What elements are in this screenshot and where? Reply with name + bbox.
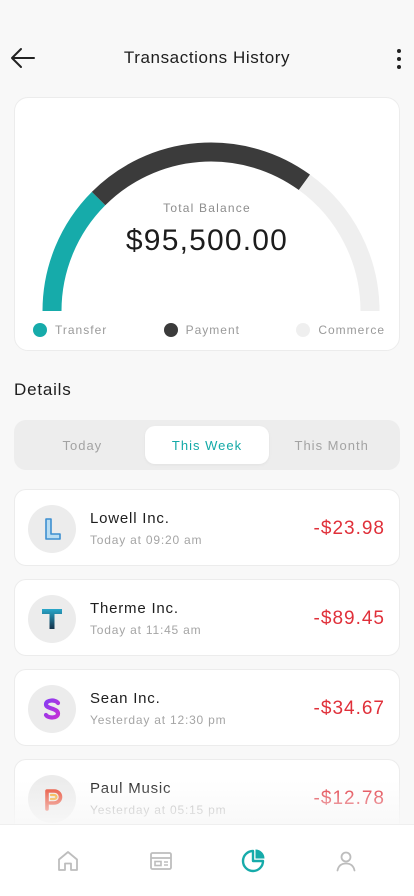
transaction-amount: -$23.98 [313, 518, 385, 539]
nav-profile[interactable] [328, 843, 364, 879]
legend-label-commerce: Commerce [318, 323, 385, 337]
transaction-name: Paul Music [90, 780, 172, 797]
page-title: Transactions History [123, 48, 291, 67]
more-vertical-icon-dot [397, 57, 401, 61]
transaction-row[interactable]: Sean Inc. Yesterday at 12:30 pm -$34.67 [14, 669, 400, 746]
legend-item-payment: Payment [163, 323, 240, 337]
gauge-segment-payment [91, 142, 311, 206]
nav-analytics[interactable] [235, 843, 271, 879]
details-heading: Details [14, 380, 72, 399]
transaction-amount: -$89.45 [313, 608, 385, 629]
legend-item-transfer: Transfer [33, 323, 107, 337]
transaction-time: Today at 11:45 am [90, 623, 202, 637]
more-vertical-icon-dot [397, 49, 401, 53]
transaction-row[interactable]: Lowell Inc. Today at 09:20 am -$23.98 [14, 489, 400, 566]
nav-home[interactable] [50, 843, 86, 879]
home-icon [58, 850, 79, 871]
tab-this-week[interactable]: This Week [144, 426, 270, 464]
transaction-amount: -$34.67 [313, 698, 385, 719]
transaction-amount: -$12.78 [313, 788, 385, 809]
transaction-name: Lowell Inc. [90, 510, 170, 527]
period-tabs: Today This Week This Month [14, 420, 400, 470]
legend-dot-transfer [33, 323, 47, 337]
more-vertical-icon-dot [397, 65, 401, 69]
legend-dot-payment [163, 323, 178, 337]
total-balance-label: Total Balance [163, 201, 251, 215]
therme-logo-icon [28, 595, 76, 643]
balance-card: Total Balance $95,500.00 Transfer Paymen… [14, 97, 400, 351]
nav-wallet[interactable] [143, 843, 179, 879]
total-balance-value: $95,500.00 [125, 224, 289, 257]
chart-pie-icon [242, 849, 265, 872]
legend-label-payment: Payment [185, 323, 240, 337]
profile-icon [336, 851, 356, 871]
transaction-list: Lowell Inc. Today at 09:20 am -$23.98 Th… [14, 489, 400, 849]
paul-music-logo-icon [28, 775, 76, 823]
transaction-time: Yesterday at 12:30 pm [90, 713, 227, 727]
tab-this-month[interactable]: This Month [269, 426, 394, 464]
legend-label-transfer: Transfer [55, 323, 108, 337]
bottom-navigation [0, 824, 414, 896]
transaction-row[interactable]: Therme Inc. Today at 11:45 am -$89.45 [14, 579, 400, 656]
sean-logo-icon [28, 685, 76, 733]
top-app-bar: Transactions History [0, 36, 414, 80]
transaction-name: Sean Inc. [90, 690, 161, 707]
transaction-time: Today at 09:20 am [90, 533, 203, 547]
legend-dot-commerce [296, 323, 311, 337]
gauge-legend: Transfer Payment Commerce [33, 322, 385, 338]
transaction-time: Yesterday at 05:15 pm [90, 803, 227, 817]
lowell-logo-icon [28, 505, 76, 553]
wallet-icon [149, 851, 172, 870]
tab-today[interactable]: Today [20, 426, 145, 464]
more-options-button[interactable] [394, 46, 404, 72]
legend-item-commerce: Commerce [296, 323, 385, 337]
transaction-name: Therme Inc. [90, 600, 179, 617]
